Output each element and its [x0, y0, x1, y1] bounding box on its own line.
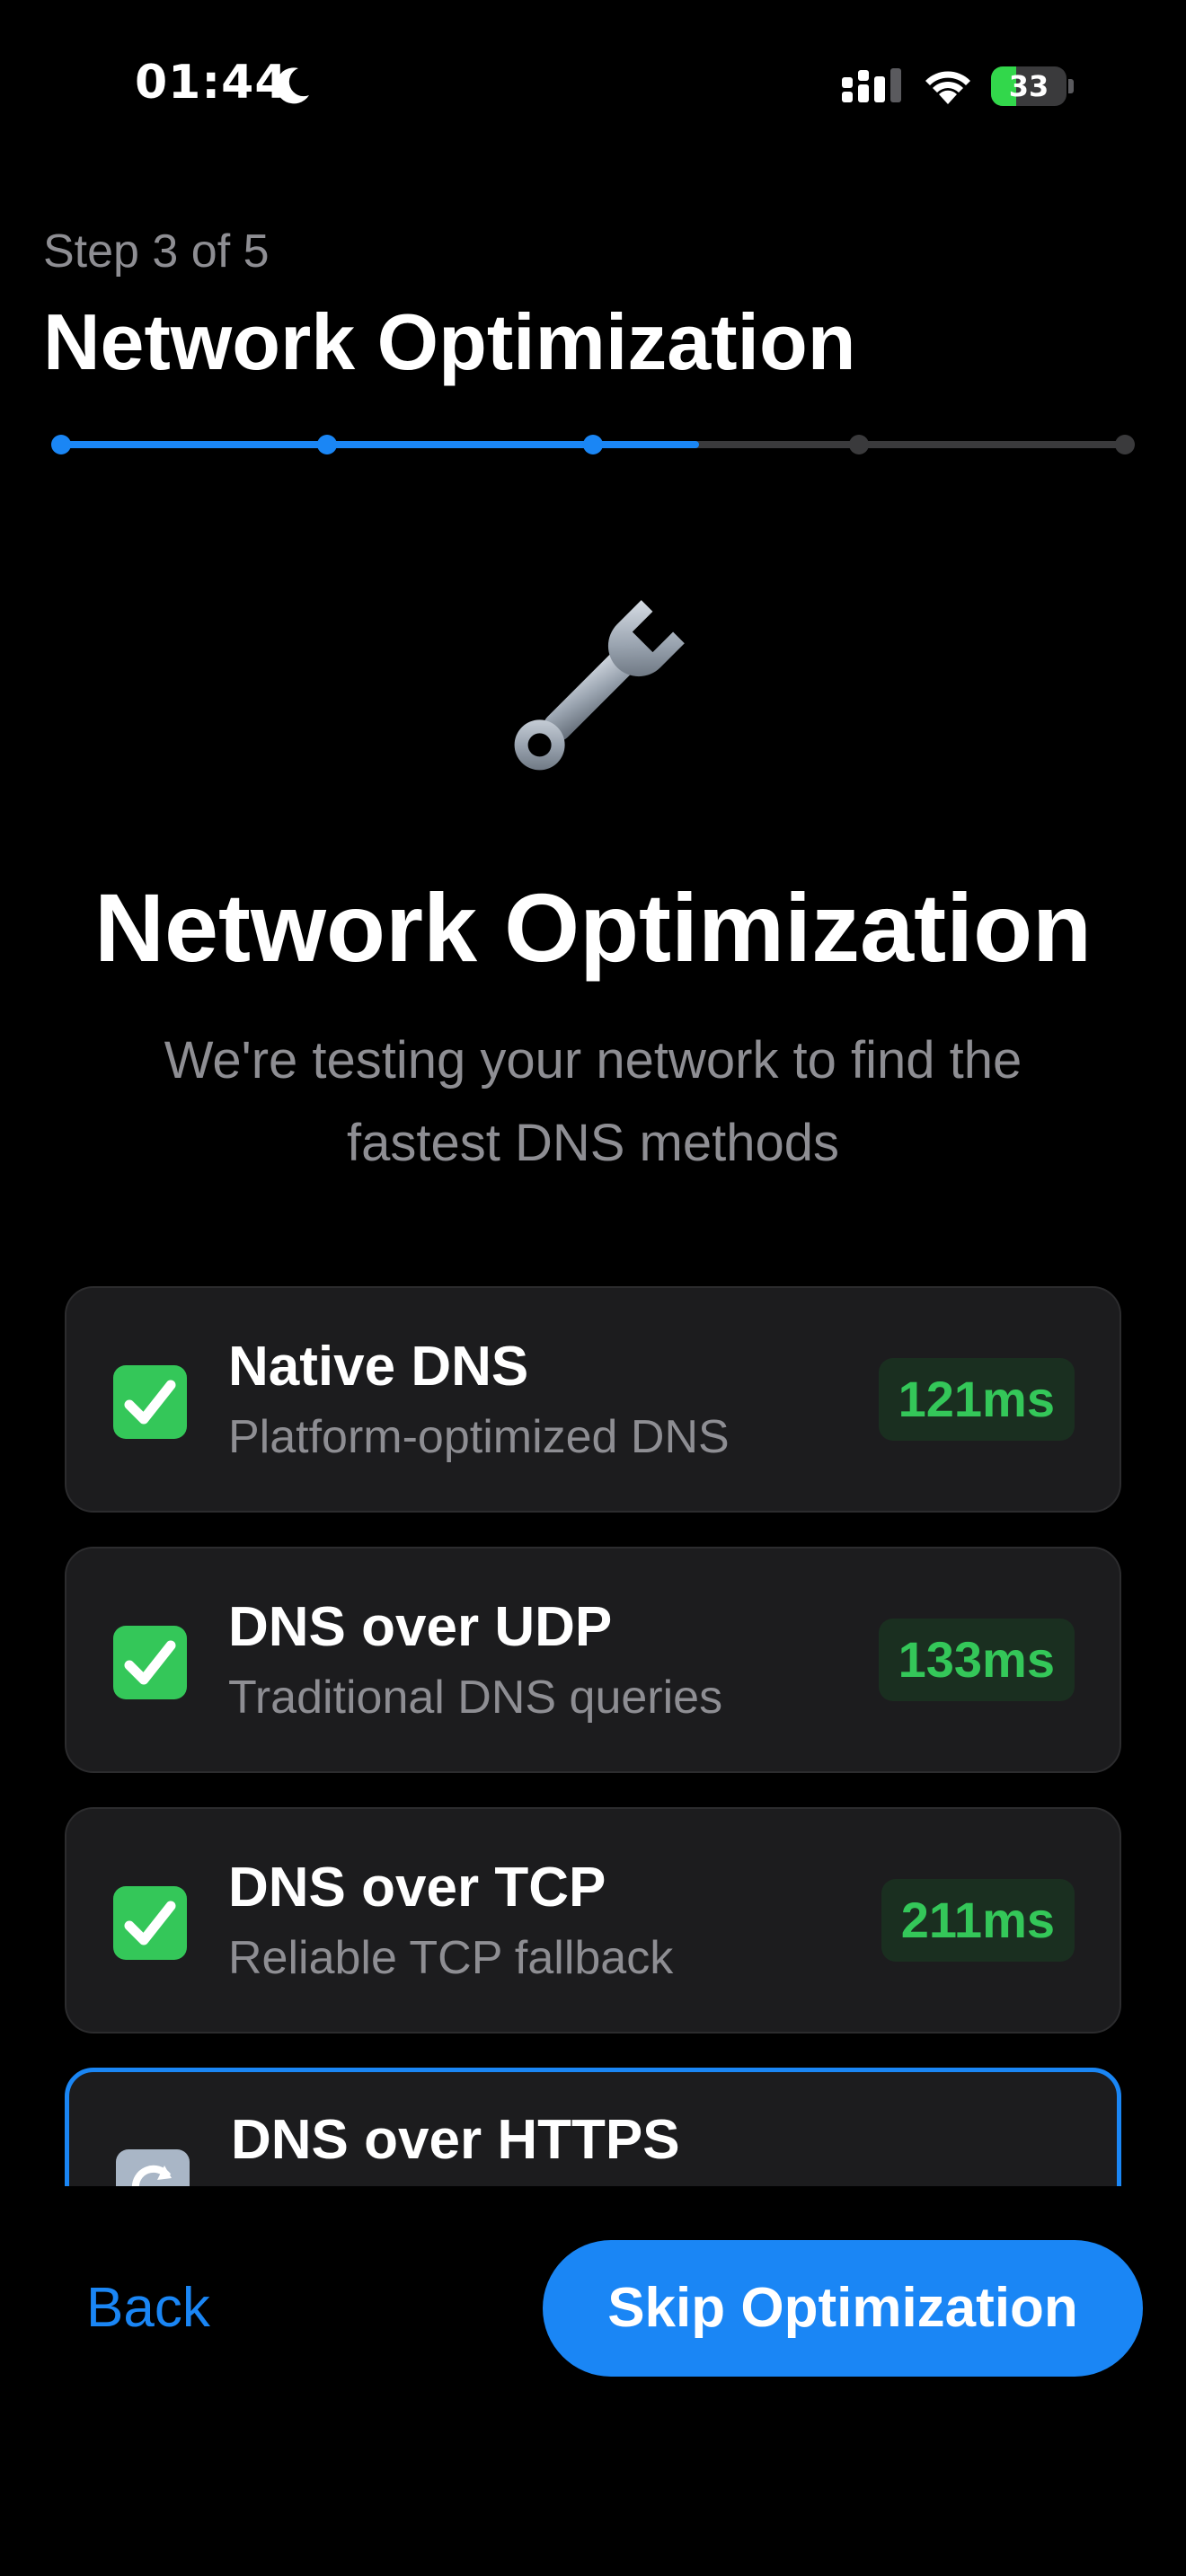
latency-badge: 133ms [878, 1619, 1075, 1701]
progress-fill [61, 441, 699, 448]
wifi-icon [925, 71, 970, 104]
progress-step-dot [317, 435, 337, 454]
latency-badge: 211ms [881, 1879, 1075, 1962]
method-card-dns-over-udp: DNS over UDP Traditional DNS queries 133… [65, 1547, 1121, 1773]
back-button[interactable]: Back [86, 2272, 210, 2344]
sync-icon [116, 2149, 190, 2186]
method-name: DNS over HTTPS [231, 2109, 680, 2171]
method-name: DNS over UDP [228, 1596, 613, 1658]
latency-badge: 121ms [878, 1358, 1075, 1441]
battery-level-text: 33 [1008, 69, 1049, 103]
method-card-dns-over-tcp: DNS over TCP Reliable TCP fallback 211ms [65, 1807, 1121, 2033]
check-icon [113, 1365, 187, 1439]
method-description: Traditional DNS queries [228, 1672, 723, 1724]
method-name: Native DNS [228, 1336, 529, 1398]
moon-icon [276, 67, 309, 104]
battery-icon: 33 [991, 66, 1074, 106]
step-progress-bar [43, 431, 1143, 458]
dns-method-list: Native DNS Platform-optimized DNS 121ms … [65, 1286, 1121, 2186]
progress-step-dot [51, 435, 71, 454]
step-label: Step 3 of 5 [43, 225, 270, 278]
status-time: 01:44 [135, 56, 288, 110]
wrench-icon [514, 600, 685, 771]
method-name: DNS over TCP [228, 1857, 606, 1919]
status-bar: 01:44 33 [0, 0, 1186, 171]
hero-title: Network Optimization [93, 873, 1093, 982]
check-icon [113, 1886, 187, 1960]
page-title: Network Optimization [43, 297, 856, 386]
check-icon [113, 1626, 187, 1699]
progress-step-dot [849, 435, 869, 454]
progress-step-dot [1115, 435, 1135, 454]
progress-step-dot [583, 435, 603, 454]
method-card-native-dns: Native DNS Platform-optimized DNS 121ms [65, 1286, 1121, 1513]
hero-subtitle: We're testing your network to find the f… [164, 1031, 1022, 1172]
method-card-dns-over-https: DNS over HTTPS [65, 2068, 1121, 2186]
method-description: Platform-optimized DNS [228, 1411, 730, 1463]
method-description: Reliable TCP fallback [228, 1932, 674, 1984]
skip-optimization-button[interactable]: Skip Optimization [543, 2240, 1143, 2377]
signal-icon [842, 68, 901, 102]
